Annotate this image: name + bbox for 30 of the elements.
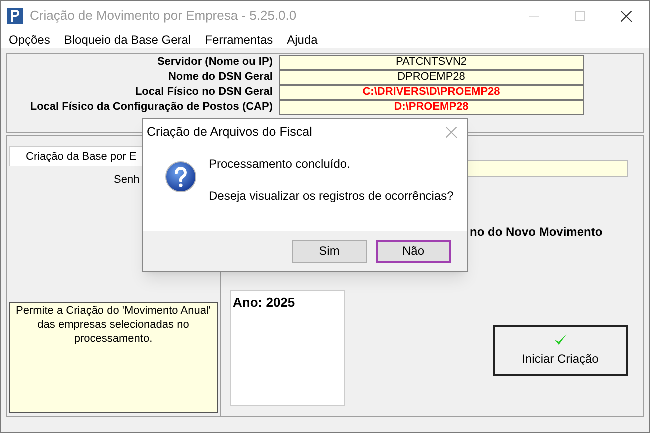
year-label: no do Novo Movimento	[470, 224, 603, 241]
close-icon	[620, 10, 632, 22]
setting-field[interactable]: C:\DRIVERS\D\PROEMP28	[279, 85, 584, 100]
menu-item[interactable]: Opções	[9, 30, 50, 48]
password-label: Senh	[114, 173, 140, 188]
menu-item[interactable]: Bloqueio da Base Geral	[64, 30, 192, 48]
close-icon	[446, 126, 456, 138]
setting-field[interactable]: DPROEMP28	[279, 70, 584, 85]
start-button[interactable]: Iniciar Criação	[493, 325, 628, 376]
maximize-icon	[575, 11, 585, 21]
question-icon	[165, 161, 197, 193]
year-item[interactable]: Ano: 2025	[233, 293, 342, 312]
year-list[interactable]: Ano: 2025	[230, 290, 345, 406]
setting-label: Servidor (Nome ou IP)	[156, 55, 274, 70]
setting-field[interactable]: PATCNTSVN2	[279, 55, 584, 70]
checkmark-icon	[554, 333, 568, 347]
setting-label: Local Físico no DSN Geral	[134, 85, 274, 100]
setting-label: Nome do DSN Geral	[167, 70, 274, 85]
menu-item[interactable]: Ajuda	[287, 30, 318, 48]
dialog-message: Deseja visualizar os registros de ocorrências?	[209, 188, 454, 205]
info-box: Permite a Criação do 'Movimento Anual' das empresas selecionadas no processamento.	[9, 302, 218, 413]
dialog-message: Processamento concluído.	[209, 156, 352, 173]
dialog-title: Criação de Arquivos do Fiscal	[147, 124, 312, 141]
window-title: Criação de Movimento por Empresa - 5.25.0.0	[30, 7, 297, 26]
dialog-button[interactable]: Não	[376, 240, 451, 262]
app-logo-icon	[7, 8, 23, 24]
dialog-button[interactable]: Sim	[292, 240, 367, 262]
menu-item[interactable]: Ferramentas	[205, 30, 274, 48]
setting-field[interactable]: D:\PROEMP28	[279, 100, 584, 115]
setting-label: Local Físico da Configuração de Postos (CAP)	[29, 100, 274, 115]
